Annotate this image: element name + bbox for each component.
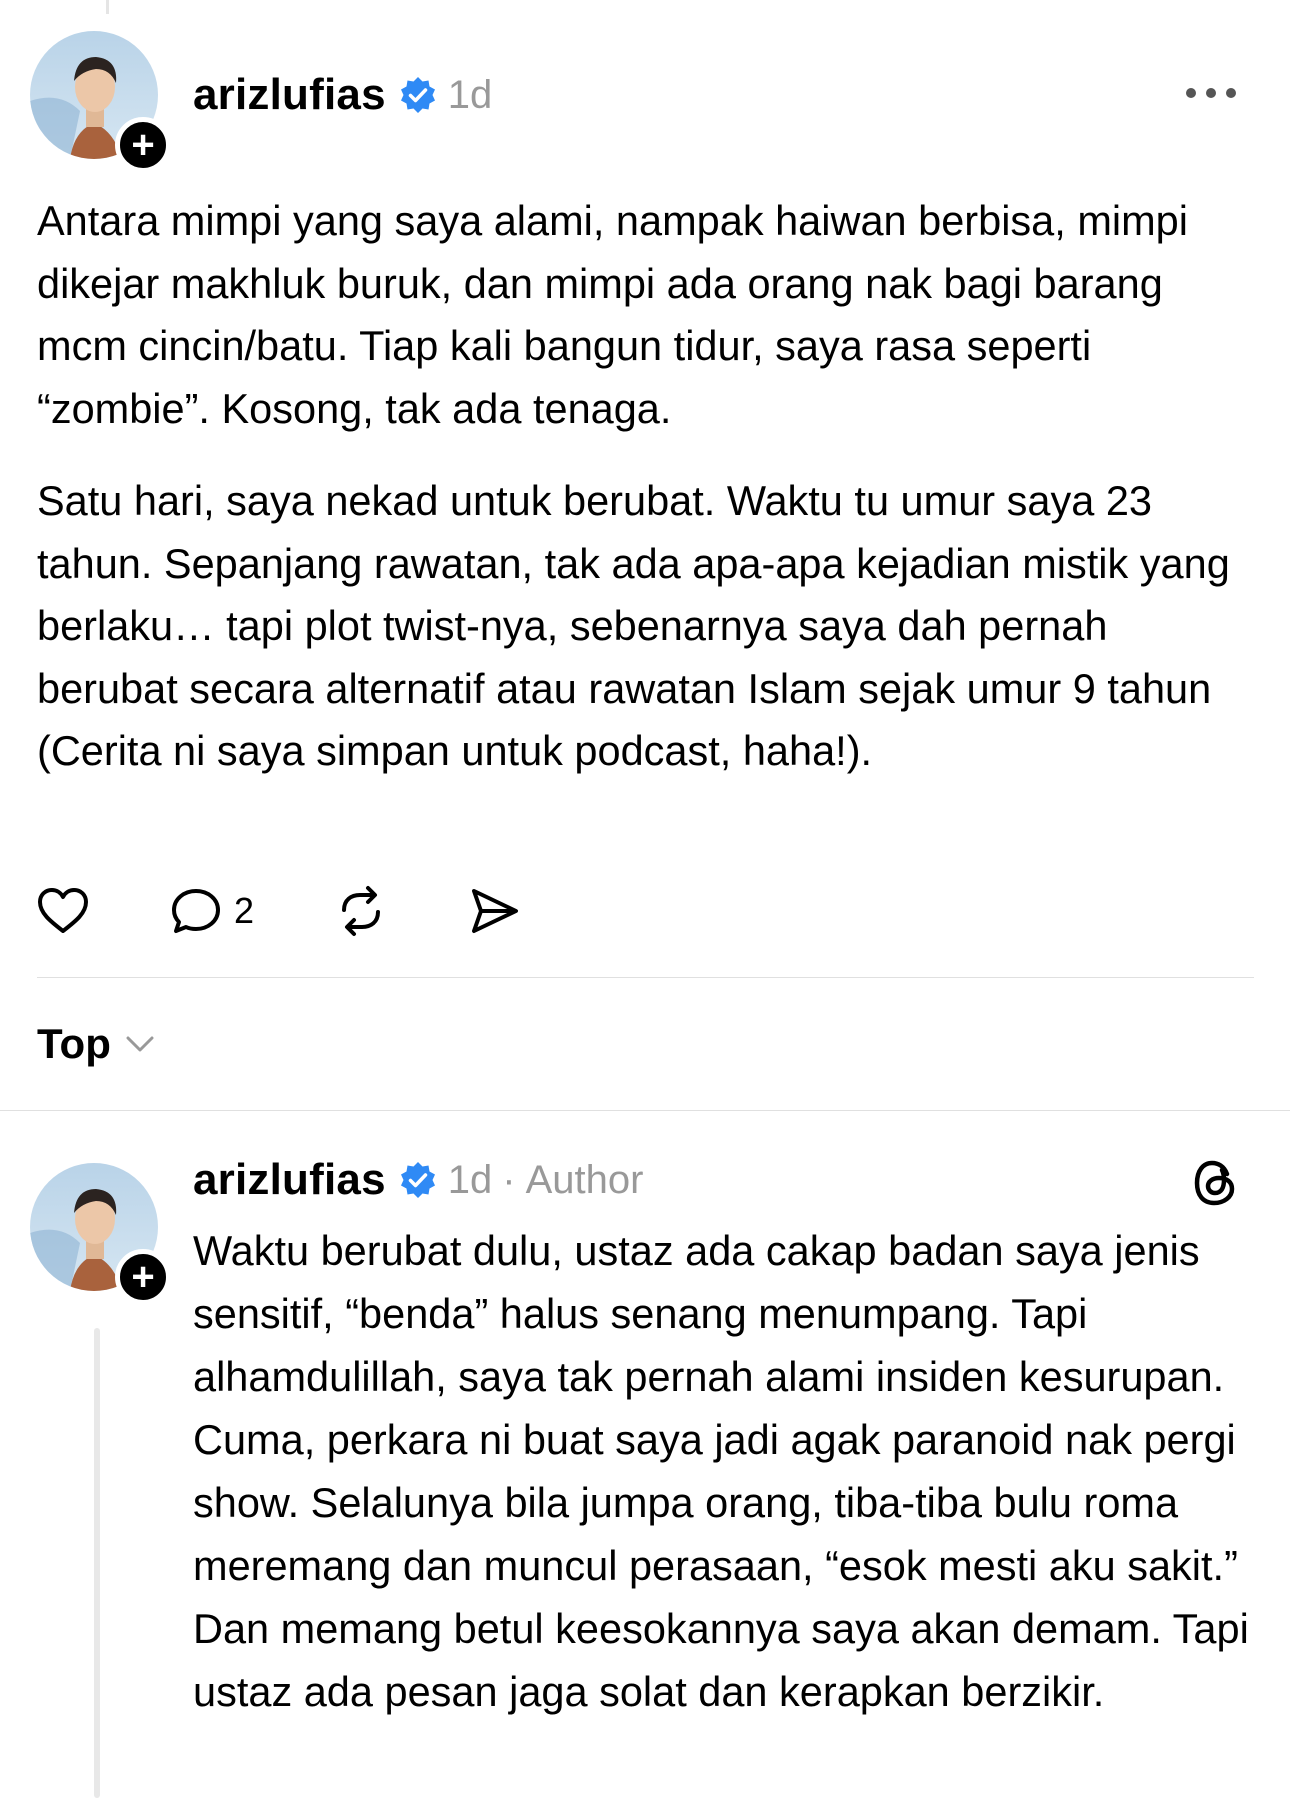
share-button[interactable] (468, 886, 522, 936)
like-button[interactable] (36, 886, 90, 936)
post-body: Antara mimpi yang saya alami, nampak hai… (37, 190, 1237, 783)
thread-connector-line (106, 0, 109, 14)
chevron-down-icon (126, 1036, 154, 1052)
sort-label: Top (37, 1020, 111, 1067)
reply-header: arizlufias 1d · Author (193, 1155, 643, 1205)
section-divider (0, 1110, 1290, 1111)
heart-icon (38, 888, 88, 933)
plus-icon: + (131, 1255, 155, 1299)
username[interactable]: arizlufias (193, 70, 386, 120)
author-tag: Author (525, 1157, 644, 1202)
post-time: 1d (447, 72, 493, 117)
meta-separator: · (502, 1157, 516, 1202)
threads-logo-icon[interactable] (1193, 1158, 1239, 1208)
repost-button[interactable] (334, 884, 388, 938)
post-header: arizlufias 1d (193, 70, 492, 120)
verified-badge-icon (398, 75, 438, 115)
reply-thread-line (94, 1328, 100, 1798)
share-icon (472, 889, 519, 933)
plus-icon: + (131, 123, 155, 167)
comment-icon (172, 889, 220, 933)
reply-paragraph: Waktu berubat dulu, ustaz ada cakap bada… (193, 1227, 1249, 1715)
post-paragraph: Antara mimpi yang saya alami, nampak hai… (37, 197, 1188, 432)
comment-button[interactable]: 2 (170, 886, 254, 936)
divider (37, 977, 1254, 978)
follow-button[interactable]: + (115, 1249, 171, 1305)
sort-dropdown[interactable]: Top (37, 1020, 155, 1068)
reply-body: Waktu berubat dulu, ustaz ada cakap bada… (193, 1219, 1253, 1723)
reply-username[interactable]: arizlufias (193, 1155, 386, 1205)
post-paragraph: Satu hari, saya nekad untuk berubat. Wak… (37, 477, 1230, 774)
repost-icon (342, 886, 381, 936)
more-options-icon[interactable] (1185, 86, 1237, 100)
post-actions: 2 (36, 884, 602, 938)
verified-badge-icon (398, 1160, 438, 1200)
follow-button[interactable]: + (115, 117, 171, 173)
reply-count: 2 (234, 890, 255, 931)
reply-time: 1d (447, 1157, 493, 1202)
